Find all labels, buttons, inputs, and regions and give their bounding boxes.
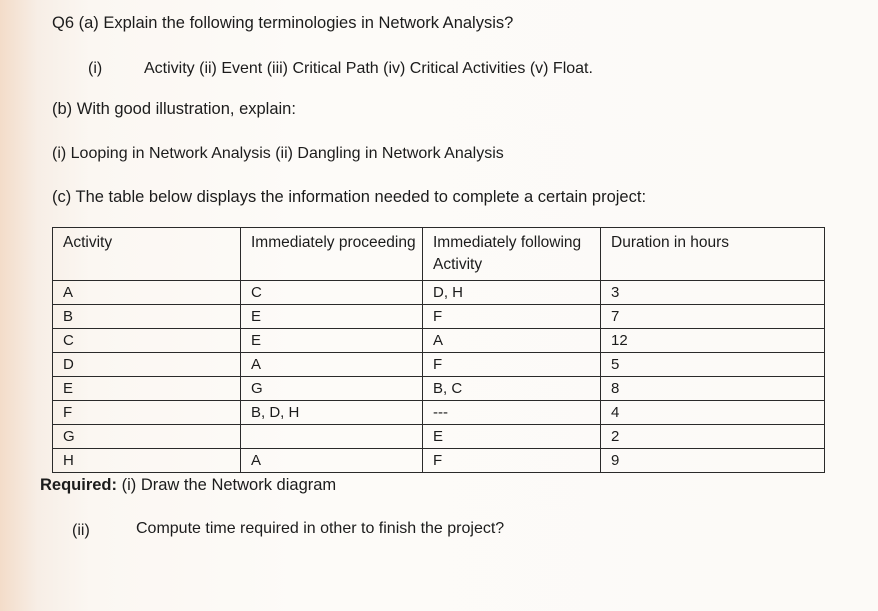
required-line: Required: (i) Draw the Network diagram [40,476,336,495]
cell-duration: 9 [600,448,825,473]
cell-activity: D [52,352,241,377]
cell-following: --- [422,400,601,425]
cell-proceeding: B, D, H [240,400,423,425]
cell-following: F [422,448,601,473]
cell-activity: G [52,424,241,449]
cell-proceeding: A [240,352,423,377]
required-item-ii-number: (ii) [72,522,90,539]
cell-proceeding: C [240,280,423,305]
cell-activity: B [52,304,241,329]
cell-activity: F [52,400,241,425]
cell-following: E [422,424,601,449]
cell-proceeding [240,424,423,449]
b-heading: (b) With good illustration, explain: [52,100,296,118]
cell-duration: 4 [600,400,825,425]
cell-following: A [422,328,601,353]
table-row: D A F 5 [52,352,825,377]
cell-activity: H [52,448,241,473]
activity-table: Activity Immediately proceeding Immediat… [52,227,825,473]
required-label: Required: [40,476,118,494]
cell-proceeding: E [240,328,423,353]
cell-proceeding: G [240,376,423,401]
table-row: A C D, H 3 [52,280,825,305]
c-heading: (c) The table below displays the informa… [52,188,647,206]
a-item-text: Activity (ii) Event (iii) Critical Path … [144,60,593,77]
cell-following: F [422,352,601,377]
required-item-i: (i) Draw the Network diagram [117,476,337,494]
table-header-row: Activity Immediately proceeding Immediat… [52,227,825,281]
header-activity: Activity [52,227,241,281]
table-row: H A F 9 [52,448,825,473]
table-row: B E F 7 [52,304,825,329]
cell-following: D, H [422,280,601,305]
cell-duration: 3 [600,280,825,305]
header-duration: Duration in hours [600,227,825,281]
cell-following: B, C [422,376,601,401]
cell-duration: 5 [600,352,825,377]
cell-duration: 8 [600,376,825,401]
cell-following: F [422,304,601,329]
cell-proceeding: E [240,304,423,329]
cell-duration: 7 [600,304,825,329]
cell-duration: 12 [600,328,825,353]
cell-proceeding: A [240,448,423,473]
header-following: Immediately following Activity [422,227,601,281]
cell-activity: A [52,280,241,305]
question-heading: Q6 (a) Explain the following terminologi… [52,14,514,32]
b-item: (i) Looping in Network Analysis (ii) Dan… [52,145,504,162]
table-row: E G B, C 8 [52,376,825,401]
header-proceeding: Immediately proceeding [240,227,423,281]
required-item-ii-text: Compute time required in other to finish… [136,520,505,537]
cell-activity: E [52,376,241,401]
table-row: F B, D, H --- 4 [52,400,825,425]
cell-duration: 2 [600,424,825,449]
a-item-number: (i) [88,60,103,77]
table-row: C E A 12 [52,328,825,353]
cell-activity: C [52,328,241,353]
table-row: G E 2 [52,424,825,449]
